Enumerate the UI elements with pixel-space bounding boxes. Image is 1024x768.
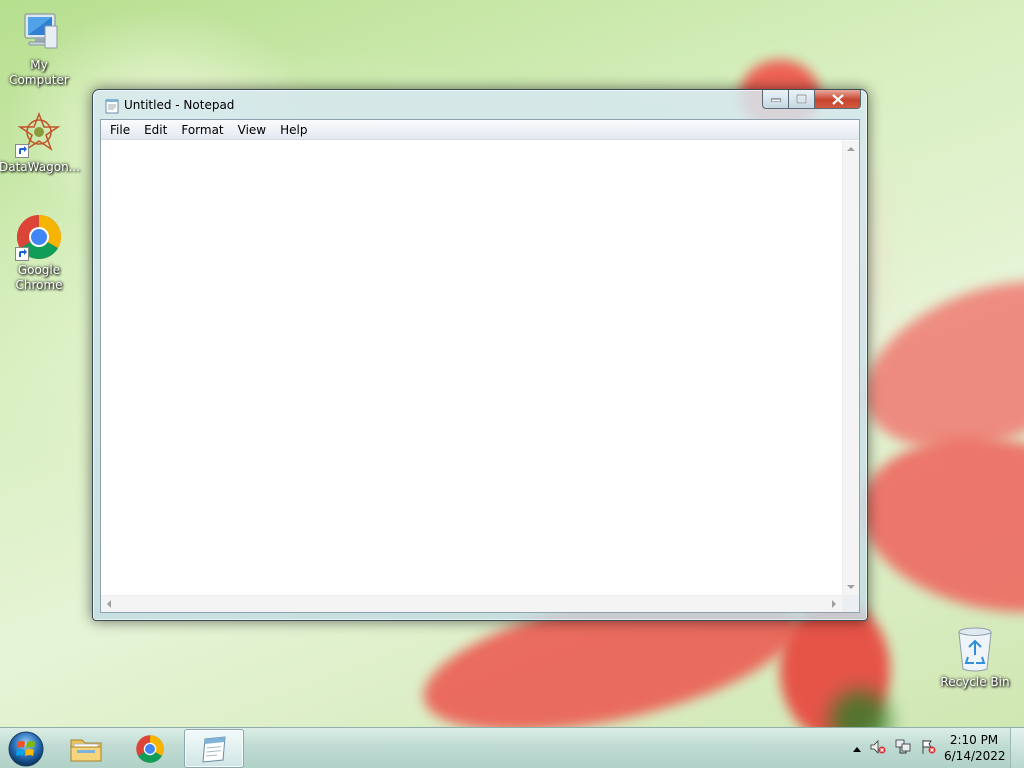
scroll-up-icon[interactable] <box>847 147 855 151</box>
close-button[interactable] <box>815 90 861 109</box>
scroll-right-icon[interactable] <box>832 600 836 608</box>
clock-time: 2:10 PM <box>949 733 999 747</box>
menu-edit[interactable]: Edit <box>137 120 174 140</box>
start-button[interactable] <box>6 730 46 768</box>
window-titlebar[interactable]: Untitled - Notepad <box>93 90 867 120</box>
show-desktop-button[interactable] <box>1010 728 1024 768</box>
close-icon <box>831 93 844 105</box>
size-grip[interactable] <box>842 595 859 612</box>
chrome-icon <box>15 213 63 261</box>
taskbar-notepad-button[interactable] <box>184 729 244 768</box>
volume-muted-icon[interactable] <box>870 739 886 758</box>
windows-orb-icon <box>8 731 44 767</box>
menu-bar: File Edit Format View Help <box>101 120 859 140</box>
desktop-icon-datawagon[interactable]: DataWagon... <box>0 110 81 175</box>
desktop-icon-label: DataWagon... <box>0 160 81 174</box>
maximize-button[interactable] <box>789 90 815 109</box>
desktop-icon-recycle-bin[interactable]: Recycle Bin <box>935 625 1015 690</box>
shortcut-arrow-icon <box>15 247 29 261</box>
scroll-down-icon[interactable] <box>847 585 855 589</box>
notepad-window[interactable]: Untitled - Notepad File Edit Format View… <box>92 89 868 621</box>
desktop-icon-label: My Computer <box>9 58 69 87</box>
menu-file[interactable]: File <box>103 120 137 140</box>
minimize-button[interactable] <box>762 90 789 109</box>
menu-format[interactable]: Format <box>174 120 230 140</box>
taskbar: 2:10 PM 6/14/2022 <box>0 727 1024 768</box>
recycle-bin-icon <box>951 625 999 673</box>
action-center-icon[interactable] <box>920 739 936 758</box>
system-tray <box>852 739 936 758</box>
clock-date: 6/14/2022 <box>944 749 1006 763</box>
taskbar-clock[interactable]: 2:10 PM 6/14/2022 <box>944 732 1006 764</box>
notepad-client-area: File Edit Format View Help <box>100 119 860 613</box>
desktop-icon-google-chrome[interactable]: Google Chrome <box>0 213 79 293</box>
datawagon-icon <box>15 110 63 158</box>
network-icon[interactable] <box>894 739 912 758</box>
folder-icon <box>70 739 102 761</box>
menu-view[interactable]: View <box>231 120 273 140</box>
notepad-icon <box>105 98 119 114</box>
horizontal-scrollbar[interactable] <box>101 595 842 612</box>
menu-help[interactable]: Help <box>273 120 314 140</box>
shortcut-arrow-icon <box>15 144 29 158</box>
notepad-icon <box>202 735 226 763</box>
window-title: Untitled - Notepad <box>124 98 235 112</box>
desktop-icon-label: Recycle Bin <box>940 675 1010 689</box>
show-hidden-icons-icon[interactable] <box>852 742 862 756</box>
chrome-icon <box>136 734 164 763</box>
desktop-icon-my-computer[interactable]: My Computer <box>0 8 79 88</box>
vertical-scrollbar[interactable] <box>842 141 859 595</box>
scroll-left-icon[interactable] <box>107 600 111 608</box>
desktop-icon-label: Google Chrome <box>15 263 63 292</box>
text-editor[interactable] <box>101 141 842 595</box>
computer-icon <box>15 8 63 56</box>
taskbar-explorer-button[interactable] <box>56 729 116 768</box>
taskbar-chrome-button[interactable] <box>120 729 180 768</box>
